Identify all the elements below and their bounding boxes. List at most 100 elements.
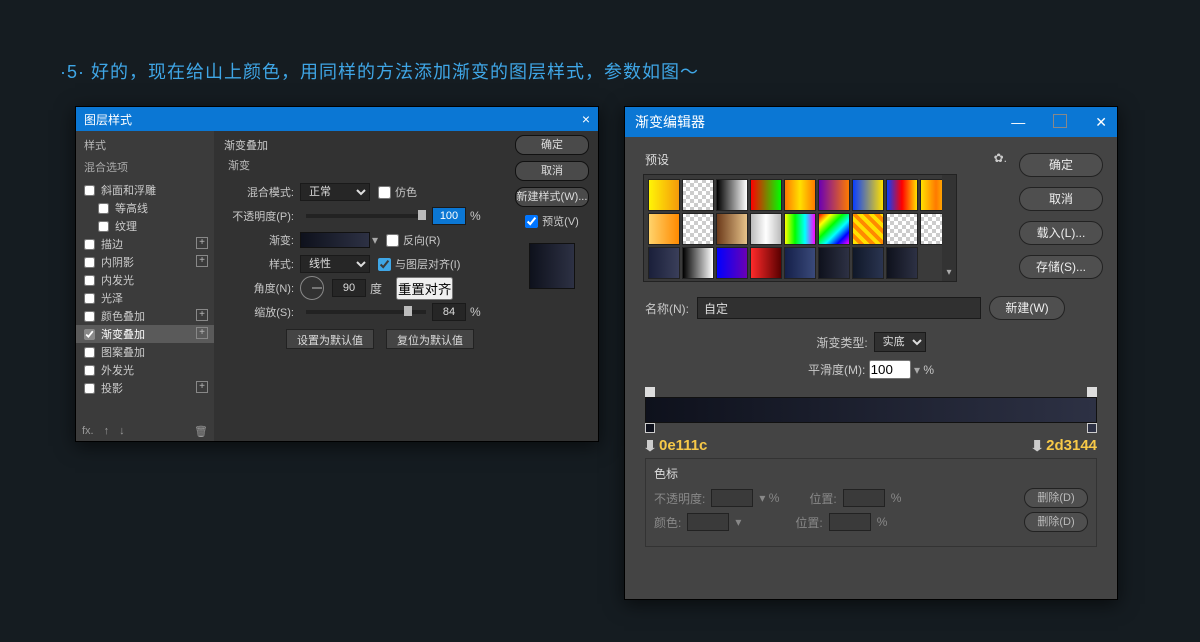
cancel-button[interactable]: 取消 xyxy=(1019,187,1103,211)
gradient-editor-titlebar[interactable]: 渐变编辑器 — ✕ xyxy=(625,107,1117,137)
opacity-input[interactable] xyxy=(432,207,466,225)
preset-swatch[interactable] xyxy=(818,179,850,211)
save-button[interactable]: 存储(S)... xyxy=(1019,255,1103,279)
contour-checkbox[interactable] xyxy=(98,203,109,214)
color-stop-right[interactable] xyxy=(1087,423,1097,433)
reset-default-button[interactable]: 复位为默认值 xyxy=(386,329,474,349)
gear-icon[interactable]: ✿. xyxy=(994,151,1007,168)
style-select[interactable]: 线性 xyxy=(300,255,370,273)
color-stop-left[interactable] xyxy=(645,423,655,433)
outer-glow-checkbox[interactable] xyxy=(84,365,95,376)
preset-swatch[interactable] xyxy=(886,247,918,279)
blend-options[interactable]: 混合选项 xyxy=(76,157,214,181)
satin-checkbox[interactable] xyxy=(84,293,95,304)
scale-slider[interactable] xyxy=(306,310,426,314)
effect-inner-glow[interactable]: 内发光 xyxy=(76,271,214,289)
add-icon[interactable]: + xyxy=(196,309,208,321)
cancel-button[interactable]: 取消 xyxy=(515,161,589,181)
preset-swatch[interactable] xyxy=(818,213,850,245)
dither-checkbox[interactable] xyxy=(378,186,391,199)
align-layer-checkbox[interactable] xyxy=(378,258,391,271)
stroke-checkbox[interactable] xyxy=(84,239,95,250)
preset-swatch[interactable] xyxy=(818,247,850,279)
new-style-button[interactable]: 新建样式(W)... xyxy=(515,187,589,207)
preset-swatch[interactable] xyxy=(852,213,884,245)
effect-outer-glow[interactable]: 外发光 xyxy=(76,361,214,379)
close-icon[interactable]: ✕ xyxy=(1095,114,1107,131)
fx-icon[interactable]: fx. xyxy=(82,425,94,437)
drop-shadow-checkbox[interactable] xyxy=(84,383,95,394)
effect-inner-shadow[interactable]: 内阴影+ xyxy=(76,253,214,271)
effect-bevel[interactable]: 斜面和浮雕 xyxy=(76,181,214,199)
stop-color-swatch[interactable] xyxy=(687,513,729,531)
new-button[interactable]: 新建(W) xyxy=(989,296,1065,320)
ok-button[interactable]: 确定 xyxy=(1019,153,1103,177)
preset-swatch[interactable] xyxy=(716,179,748,211)
opacity-slider[interactable] xyxy=(306,214,426,218)
preview-checkbox[interactable] xyxy=(525,215,538,228)
angle-dial[interactable] xyxy=(300,276,324,300)
preset-swatch[interactable] xyxy=(886,213,918,245)
pattern-overlay-checkbox[interactable] xyxy=(84,347,95,358)
bevel-checkbox[interactable] xyxy=(84,185,95,196)
preset-swatch[interactable] xyxy=(784,179,816,211)
load-button[interactable]: 载入(L)... xyxy=(1019,221,1103,245)
preset-swatch[interactable] xyxy=(682,179,714,211)
preset-swatch[interactable] xyxy=(886,179,918,211)
name-input[interactable] xyxy=(697,297,981,319)
texture-checkbox[interactable] xyxy=(98,221,109,232)
trash-icon[interactable]: 🗑 xyxy=(194,425,208,438)
preset-swatch[interactable] xyxy=(784,213,816,245)
arrow-down-icon[interactable]: ↓ xyxy=(119,425,125,437)
gradient-overlay-checkbox[interactable] xyxy=(84,329,95,340)
stop-position-input[interactable] xyxy=(843,489,885,507)
effect-satin[interactable]: 光泽 xyxy=(76,289,214,307)
arrow-up-icon[interactable]: ↑ xyxy=(104,425,110,437)
preset-swatch[interactable] xyxy=(682,213,714,245)
preset-swatch[interactable] xyxy=(682,247,714,279)
effect-contour[interactable]: 等高线 xyxy=(76,199,214,217)
smooth-input[interactable] xyxy=(869,360,911,379)
angle-input[interactable] xyxy=(332,279,366,297)
gradient-swatch[interactable] xyxy=(300,232,370,248)
maximize-icon[interactable] xyxy=(1053,114,1067,128)
preset-swatch[interactable] xyxy=(750,213,782,245)
set-default-button[interactable]: 设置为默认值 xyxy=(286,329,374,349)
opacity-stop-right[interactable] xyxy=(1087,387,1097,397)
minimize-icon[interactable]: — xyxy=(1011,114,1025,131)
ok-button[interactable]: 确定 xyxy=(515,135,589,155)
color-overlay-checkbox[interactable] xyxy=(84,311,95,322)
effect-texture[interactable]: 纹理 xyxy=(76,217,214,235)
add-icon[interactable]: + xyxy=(196,255,208,267)
chevron-down-icon[interactable]: ▾ xyxy=(372,233,378,247)
delete-stop-button-2[interactable]: 删除(D) xyxy=(1024,512,1088,532)
inner-shadow-checkbox[interactable] xyxy=(84,257,95,268)
gradient-bar[interactable] xyxy=(645,397,1097,423)
preset-swatch[interactable] xyxy=(750,247,782,279)
stop-opacity-input[interactable] xyxy=(711,489,753,507)
delete-stop-button[interactable]: 删除(D) xyxy=(1024,488,1088,508)
effect-stroke[interactable]: 描边+ xyxy=(76,235,214,253)
preset-swatch[interactable] xyxy=(648,179,680,211)
effect-pattern-overlay[interactable]: 图案叠加 xyxy=(76,343,214,361)
layer-style-titlebar[interactable]: 图层样式 × xyxy=(76,107,598,131)
opacity-stop-left[interactable] xyxy=(645,387,655,397)
type-select[interactable]: 实底 xyxy=(874,332,926,352)
reverse-checkbox[interactable] xyxy=(386,234,399,247)
preset-swatch[interactable] xyxy=(716,213,748,245)
scale-input[interactable] xyxy=(432,303,466,321)
presets-scrollbar[interactable]: ▾ xyxy=(942,175,956,281)
add-icon[interactable]: + xyxy=(196,381,208,393)
preset-swatch[interactable] xyxy=(784,247,816,279)
gradient-track[interactable] xyxy=(645,397,1097,423)
reset-align-button[interactable]: 重置对齐 xyxy=(396,277,453,300)
preset-swatch[interactable] xyxy=(648,213,680,245)
inner-glow-checkbox[interactable] xyxy=(84,275,95,286)
chevron-down-icon[interactable]: ▾ xyxy=(914,363,920,377)
preset-swatch[interactable] xyxy=(852,179,884,211)
blend-mode-select[interactable]: 正常 xyxy=(300,183,370,201)
add-icon[interactable]: + xyxy=(196,327,208,339)
effect-color-overlay[interactable]: 颜色叠加+ xyxy=(76,307,214,325)
effect-gradient-overlay[interactable]: 渐变叠加+ xyxy=(76,325,214,343)
stop-position-input-2[interactable] xyxy=(829,513,871,531)
